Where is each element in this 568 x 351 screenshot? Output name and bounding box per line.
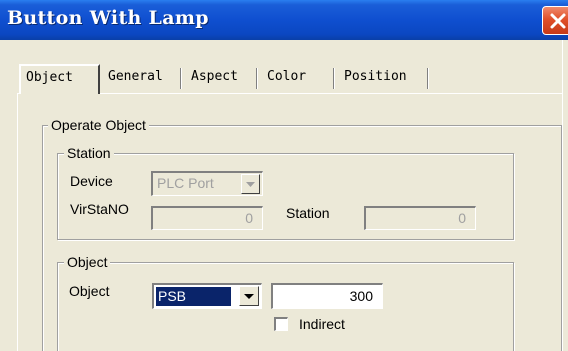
tab-general-label: General [108, 69, 163, 84]
device-label: Device [70, 173, 113, 189]
object-type-dropdown-button[interactable] [239, 286, 259, 306]
device-select-value: PLC Port [157, 175, 214, 191]
tab-separator [427, 68, 429, 89]
operate-object-legend: Operate Object [48, 117, 149, 134]
tab-separator [256, 68, 258, 89]
title-bar[interactable]: Button With Lamp [0, 0, 568, 40]
chevron-down-icon [244, 294, 254, 299]
window-right-border [562, 40, 568, 351]
station-legend: Station [64, 145, 114, 162]
tab-object-label: Object [26, 70, 73, 85]
tab-separator [180, 68, 182, 89]
object-address-field[interactable]: 300 [271, 283, 383, 309]
close-icon [550, 13, 566, 29]
object-type-select[interactable]: PSB [152, 283, 262, 309]
tab-color[interactable]: Color [262, 65, 330, 91]
object-label: Object [69, 283, 110, 299]
device-select[interactable]: PLC Port [151, 171, 263, 196]
object-group-legend: Object [64, 254, 111, 271]
device-dropdown-button[interactable] [241, 174, 260, 194]
tab-aspect-label: Aspect [191, 69, 238, 84]
chevron-down-icon [246, 182, 255, 187]
tab-position[interactable]: Position [339, 65, 427, 91]
dialog-body: Object General Aspect Color Position Ope… [0, 40, 568, 351]
window-title: Button With Lamp [7, 7, 209, 29]
close-button[interactable] [542, 6, 568, 35]
tab-general[interactable]: General [103, 65, 177, 91]
indirect-checkbox[interactable] [274, 317, 288, 331]
station-label: Station [286, 205, 330, 221]
virstano-field[interactable]: 0 [151, 206, 263, 230]
object-type-value: PSB [156, 287, 231, 306]
virstano-label: VirStaNO [70, 201, 129, 217]
dialog-window: Button With Lamp Object General Aspect C… [0, 0, 568, 351]
tab-object[interactable]: Object [19, 64, 100, 94]
tab-panel-border [17, 93, 18, 351]
indirect-label: Indirect [299, 316, 345, 332]
tab-aspect[interactable]: Aspect [186, 65, 252, 91]
station-field[interactable]: 0 [364, 206, 476, 230]
tab-separator [333, 68, 335, 89]
tab-position-label: Position [344, 69, 407, 84]
tab-color-label: Color [267, 69, 307, 84]
